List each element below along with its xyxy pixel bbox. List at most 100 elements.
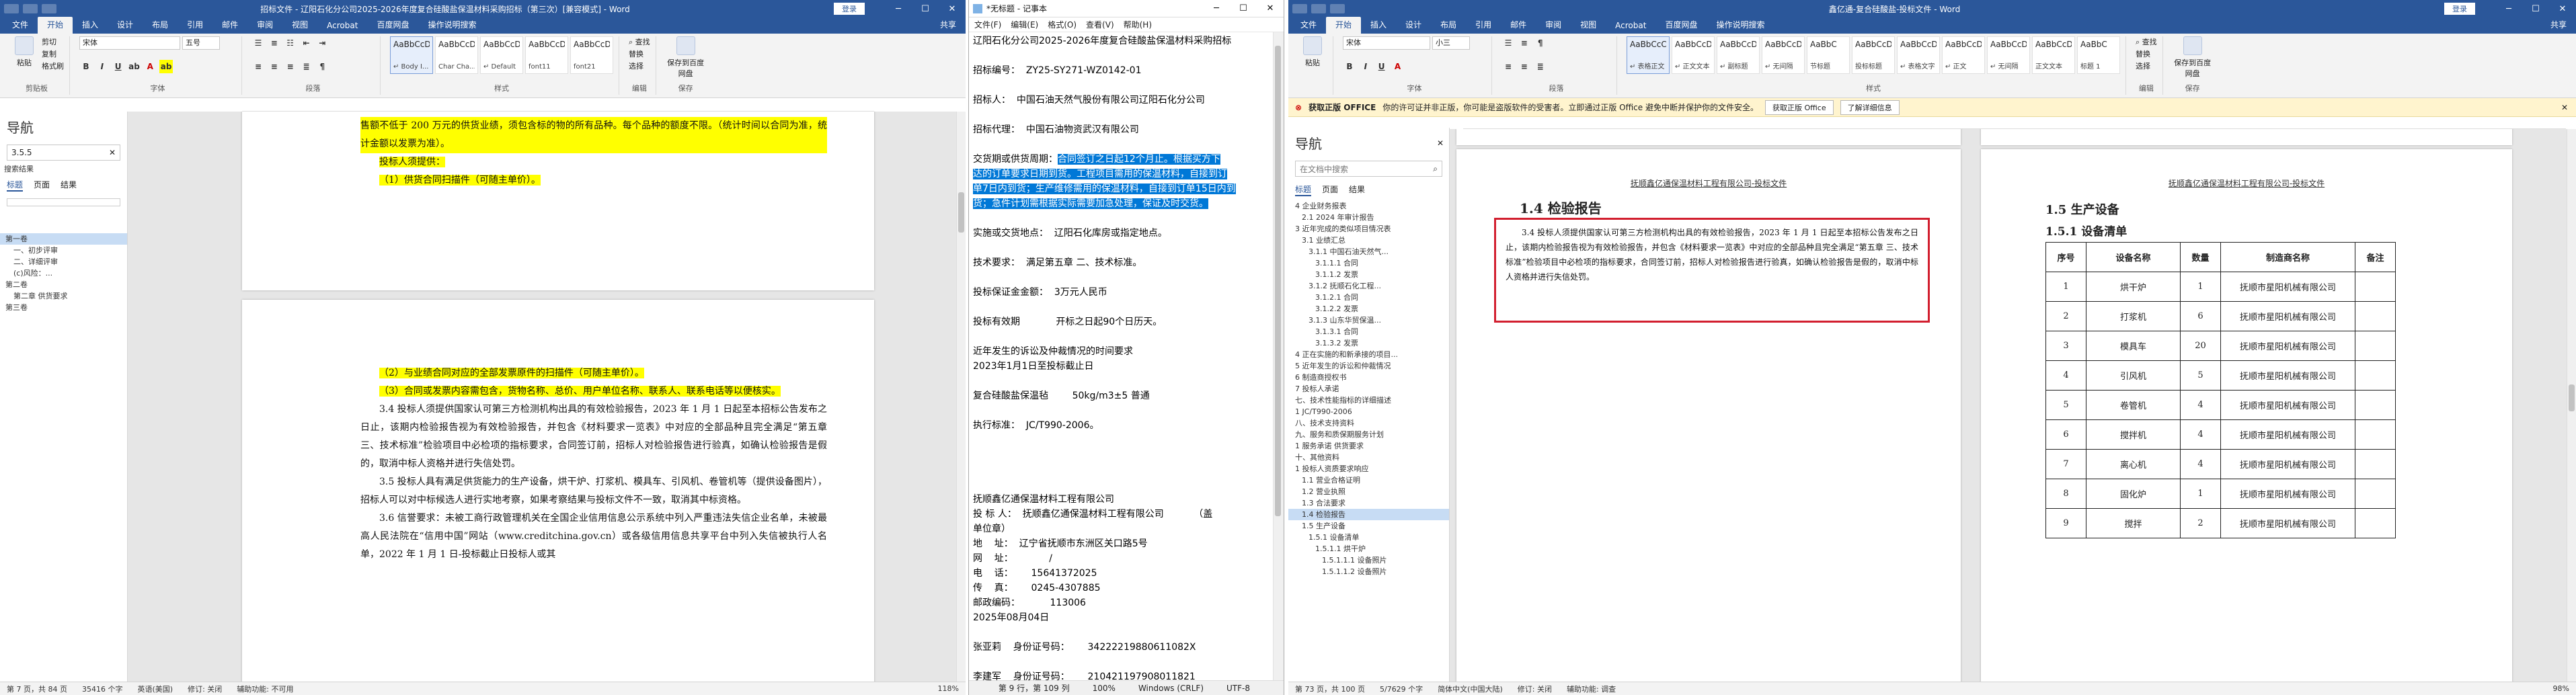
paragraph[interactable]: 售额不低于 200 万元的供货业绩，须包含标的物的所有品种。每个品种的额度不限。… bbox=[360, 117, 827, 153]
paragraph[interactable]: 3.4 投标人须提供国家认可第三方检测机构出具的有效检验报告，2023 年 1 … bbox=[360, 401, 827, 473]
undo-icon[interactable] bbox=[1311, 4, 1326, 13]
table-cell[interactable] bbox=[2355, 331, 2396, 361]
nav-heading-item[interactable]: 3.1.3 山东华贸保温... bbox=[1288, 315, 1449, 326]
close-icon[interactable]: ✕ bbox=[2549, 4, 2576, 14]
increase-indent-button[interactable]: ⇥ bbox=[315, 36, 329, 50]
save-baidu-button[interactable]: 保存到百度网盘 bbox=[2173, 36, 2213, 79]
track-changes[interactable]: 修订: 关闭 bbox=[1518, 684, 1552, 694]
table-cell[interactable] bbox=[2355, 449, 2396, 479]
menu-format[interactable]: 格式(O) bbox=[1048, 19, 1077, 30]
nav-heading-item[interactable]: 1.1 营业合格证明 bbox=[1288, 475, 1449, 486]
tab-layout[interactable]: 布局 bbox=[143, 17, 178, 34]
style-gallery-item[interactable]: AaBbCcD 投标标题 bbox=[1852, 36, 1895, 74]
nav-heading-item[interactable]: 2.1 2024 年审计报告 bbox=[1288, 212, 1449, 223]
font-name-select[interactable]: 宋体 bbox=[79, 36, 180, 50]
paste-button[interactable]: 粘贴 bbox=[9, 36, 39, 73]
table-cell[interactable]: 3 bbox=[2045, 331, 2086, 361]
nav-heading-item[interactable]: 七、技术性能指标的详细描述 bbox=[1288, 395, 1449, 406]
subsection-heading[interactable]: 1.5.1 设备清单 bbox=[2045, 222, 2127, 239]
align-center-button[interactable]: ≡ bbox=[1518, 60, 1531, 73]
table-cell[interactable] bbox=[2355, 479, 2396, 509]
signin-button[interactable]: 登录 bbox=[2444, 3, 2475, 15]
find-button[interactable]: ⌕ 查找 bbox=[629, 36, 650, 48]
align-left-button[interactable]: ≡ bbox=[251, 60, 265, 73]
minimize-icon[interactable]: ─ bbox=[885, 4, 912, 14]
maximize-icon[interactable]: ☐ bbox=[912, 4, 939, 14]
select-button[interactable]: 选择 bbox=[2136, 60, 2157, 73]
accessibility[interactable]: 辅助功能: 不可用 bbox=[237, 684, 293, 694]
nav-heading-item[interactable]: 1 服务承诺 供货要求 bbox=[1288, 440, 1449, 452]
scroll-thumb[interactable] bbox=[958, 192, 964, 233]
table-cell[interactable] bbox=[2355, 360, 2396, 391]
nav-heading-item[interactable]: 7 投标人承诺 bbox=[1288, 383, 1449, 395]
tab-acrobat[interactable]: Acrobat bbox=[1606, 19, 1655, 34]
style-gallery-item[interactable]: AaBbCcDd font11 bbox=[525, 36, 568, 74]
tab-file[interactable]: 文件 bbox=[3, 17, 38, 34]
nav-heading-item[interactable]: 3.1.1.2 发票 bbox=[1288, 269, 1449, 280]
nav-heading-item[interactable]: 3.1.1.1 合同 bbox=[1288, 257, 1449, 269]
decrease-indent-button[interactable]: ⇤ bbox=[299, 36, 313, 50]
tab-view[interactable]: 视图 bbox=[282, 17, 317, 34]
justify-button[interactable]: ≣ bbox=[299, 60, 313, 73]
table-cell[interactable]: 抚顺市星阳机械有限公司 bbox=[2220, 331, 2355, 361]
nav-search-input[interactable]: 3.5.5 ✕ bbox=[7, 145, 120, 161]
show-marks-button[interactable]: ¶ bbox=[1534, 36, 1547, 50]
paragraph[interactable]: （1）供货合同扫描件（可随主单价）。 bbox=[360, 171, 827, 190]
nav-heading-item[interactable]: 3.1 业绩汇总 bbox=[1288, 235, 1449, 246]
tab-acrobat[interactable]: Acrobat bbox=[317, 19, 367, 34]
nav-heading-item[interactable]: 3.1.2 抚顺石化工程... bbox=[1288, 280, 1449, 292]
replace-button[interactable]: 替换 bbox=[2136, 48, 2157, 60]
scroll-thumb[interactable] bbox=[2569, 384, 2575, 411]
table-cell[interactable]: 烘干炉 bbox=[2086, 272, 2181, 302]
maximize-icon[interactable]: ☐ bbox=[1230, 3, 1257, 13]
tab-design[interactable]: 设计 bbox=[1396, 17, 1431, 34]
highlight-button[interactable]: ab bbox=[159, 59, 173, 73]
align-right-button[interactable]: ≡ bbox=[284, 60, 297, 73]
nav-tab-headings[interactable]: 标题 bbox=[1295, 183, 1312, 196]
nav-heading-item[interactable]: 5 近年发生的诉讼和仲裁情况 bbox=[1288, 360, 1449, 372]
underline-button[interactable]: U bbox=[1375, 60, 1389, 73]
word-count[interactable]: 35416 个字 bbox=[82, 684, 123, 694]
nav-heading-item[interactable]: 4 正在实施的和新承接的项目... bbox=[1288, 349, 1449, 360]
menu-help[interactable]: 帮助(H) bbox=[1124, 19, 1152, 30]
nav-heading-item[interactable]: 3.1.3.2 发票 bbox=[1288, 337, 1449, 349]
paragraph[interactable]: （2）与业绩合同对应的全部发票原件的扫描件（可随主单价）。 bbox=[360, 364, 827, 382]
section-heading[interactable]: 1.5 生产设备 bbox=[2045, 200, 2119, 218]
font-name-select[interactable]: 宋体 bbox=[1343, 36, 1430, 50]
undo-icon[interactable] bbox=[23, 4, 38, 13]
bullets-button[interactable]: ☰ bbox=[1501, 36, 1515, 50]
table-cell[interactable]: 模具车 bbox=[2086, 331, 2181, 361]
table-cell[interactable]: 抚顺市星阳机械有限公司 bbox=[2220, 479, 2355, 509]
tab-home[interactable]: 开始 bbox=[38, 17, 73, 34]
nav-tab-results[interactable]: 结果 bbox=[61, 179, 77, 192]
paragraph[interactable]: 3.6 信誉要求：未被工商行政管理机关在全国企业信用信息公示系统中列入严重违法失… bbox=[360, 509, 827, 564]
tell-me-search[interactable]: 操作说明搜索 bbox=[418, 17, 485, 34]
nav-tab-pages[interactable]: 页面 bbox=[34, 179, 50, 192]
table-cell[interactable]: 2 bbox=[2180, 508, 2221, 538]
zoom-level[interactable]: 98% bbox=[2553, 684, 2569, 693]
tab-mailings[interactable]: 邮件 bbox=[212, 17, 247, 34]
find-button[interactable]: ⌕ 查找 bbox=[2136, 36, 2157, 48]
style-gallery-item[interactable]: AaBbCcDc ↵ 正文文本 bbox=[1672, 36, 1715, 74]
table-cell[interactable] bbox=[2355, 390, 2396, 420]
table-cell[interactable]: 卷管机 bbox=[2086, 390, 2181, 420]
page-count[interactable]: 第 73 页，共 100 页 bbox=[1295, 684, 1365, 694]
numbering-button[interactable]: ≡ bbox=[1518, 36, 1531, 50]
minimize-icon[interactable]: ─ bbox=[1203, 3, 1230, 13]
nav-heading-item[interactable]: 3.1.3.1 合同 bbox=[1288, 326, 1449, 337]
menu-edit[interactable]: 编辑(E) bbox=[1011, 19, 1038, 30]
vertical-scrollbar[interactable] bbox=[956, 112, 966, 682]
table-cell[interactable]: 4 bbox=[2180, 390, 2221, 420]
section-heading[interactable]: 1.4 检验报告 bbox=[1520, 198, 1602, 217]
notepad-text-area[interactable]: 辽阳石化分公司2025-2026年度复合硅酸盐保温材料采购招标 招标编号： ZY2… bbox=[969, 32, 1273, 680]
get-genuine-button[interactable]: 获取正版 Office bbox=[1764, 99, 1834, 115]
redo-icon[interactable] bbox=[1330, 4, 1345, 13]
underline-button[interactable]: U bbox=[112, 60, 125, 73]
menu-view[interactable]: 查看(V) bbox=[1086, 19, 1114, 30]
selected-text-box[interactable]: 3.4 投标人须提供国家认可第三方检测机构出具的有效检验报告，2023 年 1 … bbox=[1494, 218, 1930, 323]
nav-heading-item[interactable]: 3.1.2.1 合同 bbox=[1288, 292, 1449, 303]
nav-heading-item[interactable]: 3.1.2.2 发票 bbox=[1288, 303, 1449, 315]
tab-references[interactable]: 引用 bbox=[178, 17, 212, 34]
nav-heading-item[interactable]: 6 制造商授权书 bbox=[1288, 372, 1449, 383]
save-icon[interactable] bbox=[1292, 4, 1307, 13]
